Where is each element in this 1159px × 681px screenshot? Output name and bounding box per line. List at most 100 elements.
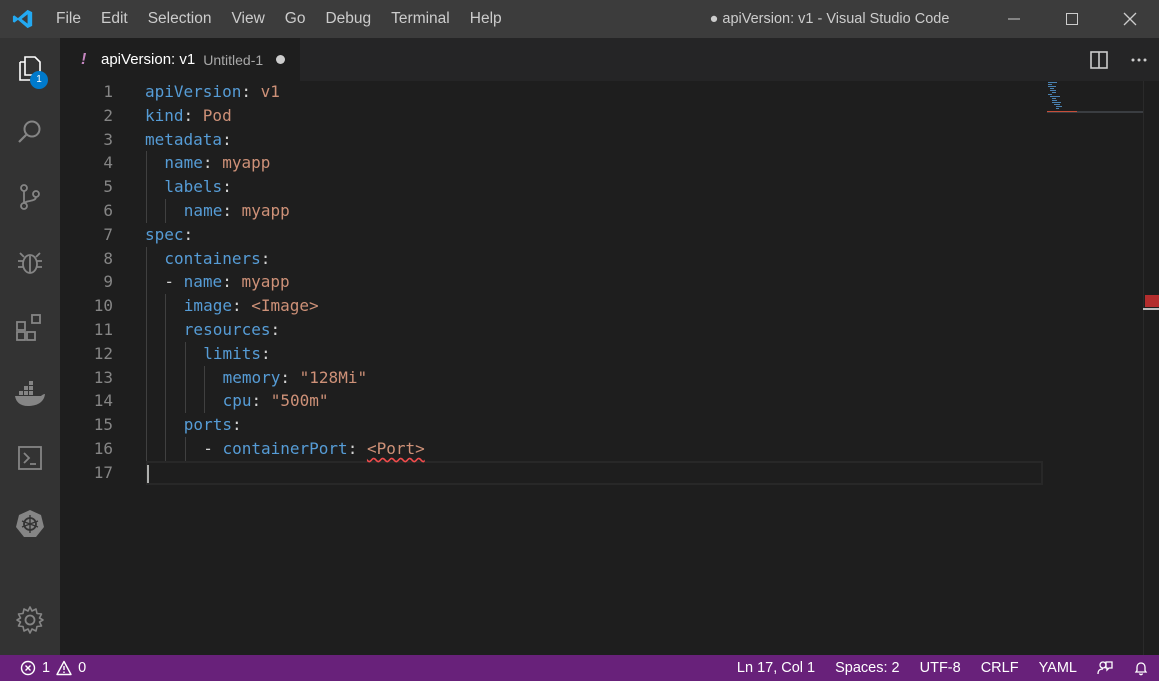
activity-terminal[interactable] xyxy=(0,430,60,486)
minimap[interactable] xyxy=(1047,81,1143,121)
indent-guide xyxy=(165,389,167,414)
more-actions-button[interactable] xyxy=(1119,38,1159,81)
code-line: 13 memory: "128Mi" xyxy=(60,365,1159,390)
close-window-button[interactable] xyxy=(1101,0,1159,38)
line-number: 14 xyxy=(93,391,113,411)
menu-terminal[interactable]: Terminal xyxy=(381,0,460,38)
code-line: 7 spec: xyxy=(60,223,1159,247)
unsaved-dot-icon[interactable] xyxy=(276,55,286,64)
tab-untitled-1[interactable]: ! apiVersion: v1 Untitled-1 xyxy=(60,38,300,81)
error-count: 1 xyxy=(42,660,51,676)
cursor-position[interactable]: Ln 17, Col 1 xyxy=(727,655,825,681)
problems-indicator[interactable]: 1 0 xyxy=(20,660,86,676)
menu-debug[interactable]: Debug xyxy=(315,0,381,38)
indent-guide xyxy=(146,389,147,414)
minimize-button[interactable] xyxy=(985,0,1043,38)
activity-extensions[interactable] xyxy=(0,300,60,356)
colon: : xyxy=(222,201,242,220)
warning-icon xyxy=(56,660,72,676)
kubernetes-icon xyxy=(16,510,44,537)
vscode-logo-icon xyxy=(0,0,46,38)
activity-search[interactable] xyxy=(0,104,60,160)
code-text: - containerPort: <Port> xyxy=(203,437,425,461)
yaml-key: limits xyxy=(203,343,261,363)
menu-selection[interactable]: Selection xyxy=(138,0,222,38)
colon: : xyxy=(222,129,232,149)
colon: : xyxy=(241,82,261,101)
indent-guide xyxy=(165,294,167,319)
activity-debug[interactable] xyxy=(0,234,60,290)
line-number: 6 xyxy=(103,201,113,220)
yaml-key: containers xyxy=(164,248,261,268)
yaml-key: name xyxy=(164,153,203,173)
indent-guide xyxy=(184,341,186,366)
window-controls xyxy=(985,0,1159,38)
yaml-key: labels xyxy=(164,177,223,197)
colon: : xyxy=(347,439,367,458)
search-icon xyxy=(18,120,41,143)
code-editor[interactable]: 1 apiVersion: v1 2 kind: Pod 3 metadata: 4 name… xyxy=(60,81,1159,655)
yaml-key: resources xyxy=(183,320,271,339)
vertical-scrollbar[interactable] xyxy=(1143,81,1159,655)
activity-source-control[interactable] xyxy=(0,169,60,225)
warning-count: 0 xyxy=(78,660,87,676)
colon: : xyxy=(222,177,232,197)
activity-manage[interactable] xyxy=(0,592,60,648)
code-text: ports: xyxy=(184,413,242,437)
error-icon xyxy=(20,660,36,676)
status-bar: 1 0 Ln 17, Col 1 Spaces: 2 UTF-8 CRLF YA… xyxy=(0,655,1159,681)
indentation[interactable]: Spaces: 2 xyxy=(825,655,910,681)
indent-guide xyxy=(184,365,186,390)
tab-description: Untitled-1 xyxy=(203,51,264,68)
debug-icon xyxy=(18,252,42,274)
indent-guide xyxy=(146,294,147,319)
maximize-button[interactable] xyxy=(1043,0,1101,38)
language-mode[interactable]: YAML xyxy=(1029,655,1087,681)
code-line: 10 image: <Image> xyxy=(60,294,1159,319)
menu-help[interactable]: Help xyxy=(460,0,512,38)
docker-icon xyxy=(15,381,45,406)
yaml-value: Pod xyxy=(202,105,232,125)
indent-guide xyxy=(146,437,147,461)
code-text: name: myapp xyxy=(184,199,290,223)
line-number: 12 xyxy=(93,343,113,363)
split-editor-button[interactable] xyxy=(1079,38,1119,81)
line-number: 15 xyxy=(93,415,113,435)
colon: : xyxy=(183,224,194,244)
feedback-button[interactable] xyxy=(1087,655,1123,681)
code-line: 8 containers: xyxy=(60,246,1159,271)
menu-file[interactable]: File xyxy=(46,0,91,38)
notifications-button[interactable] xyxy=(1123,655,1159,681)
code-text: - name: myapp xyxy=(164,270,289,294)
yaml-value: "500m" xyxy=(270,391,329,411)
terminal-icon xyxy=(18,446,42,470)
end-of-line[interactable]: CRLF xyxy=(971,655,1029,681)
indent-guide xyxy=(165,318,167,342)
title-bar: File Edit Selection View Go Debug Termin… xyxy=(0,0,1159,38)
code-text: metadata: xyxy=(145,128,232,152)
menu-go[interactable]: Go xyxy=(275,0,316,38)
indent-guide xyxy=(146,341,147,366)
activity-explorer[interactable]: 1 xyxy=(0,40,60,96)
yaml-value-error: <Port> xyxy=(366,439,425,458)
activity-kubernetes[interactable] xyxy=(0,496,60,552)
code-text: cpu: "500m" xyxy=(223,389,329,413)
overview-ruler-cursor-marker xyxy=(1143,308,1159,310)
indent-guide xyxy=(146,318,147,342)
menu-edit[interactable]: Edit xyxy=(91,0,138,38)
yaml-value: myapp xyxy=(241,201,290,220)
yaml-value: "128Mi" xyxy=(299,367,368,387)
menu-view[interactable]: View xyxy=(221,0,274,38)
code-text: containers: xyxy=(164,247,270,271)
yaml-key: name xyxy=(183,272,223,292)
text-cursor xyxy=(147,465,149,483)
indent-guide xyxy=(165,199,167,223)
activity-docker[interactable] xyxy=(0,366,60,422)
yaml-key: metadata xyxy=(145,129,223,149)
split-editor-icon xyxy=(1090,50,1108,69)
encoding[interactable]: UTF-8 xyxy=(910,655,971,681)
indent-guide xyxy=(146,246,147,271)
tab-label: apiVersion: v1 xyxy=(101,51,196,68)
code-text: kind: Pod xyxy=(145,104,232,128)
indent-guide xyxy=(146,413,147,438)
